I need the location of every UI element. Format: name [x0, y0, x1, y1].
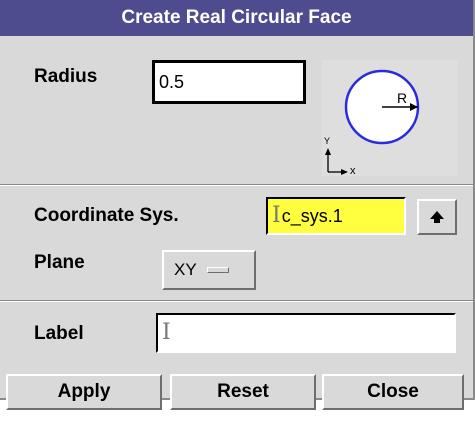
diagram-y-label: Y [324, 136, 331, 146]
plane-value: XY [174, 260, 197, 279]
plane-label: Plane [34, 252, 85, 273]
text-cursor-icon: I [162, 320, 171, 345]
diagram-radius-label: R [397, 90, 408, 106]
label-input[interactable]: I [156, 313, 456, 353]
plane-option-menu[interactable]: XY [162, 250, 256, 290]
coordinate-sys-input[interactable]: I c_sys.1 [266, 197, 406, 235]
close-button[interactable]: Close [322, 374, 464, 410]
x-axis-arrowhead [341, 169, 348, 175]
radius-label: Radius [34, 66, 98, 87]
radius-value: 0.5 [159, 71, 185, 92]
diagram-x-label: x [350, 165, 356, 177]
radius-input[interactable]: 0.5 [152, 60, 306, 104]
separator-2 [0, 300, 473, 302]
action-bar: Apply Reset Close [0, 374, 473, 410]
coordinate-sys-select-button[interactable] [417, 199, 457, 235]
coordinate-sys-value: c_sys.1 [281, 205, 343, 226]
y-axis-arrowhead [325, 148, 331, 155]
dialog-title: Create Real Circular Face [0, 0, 473, 36]
coordinate-sys-label: Coordinate Sys. [34, 205, 179, 226]
apply-button[interactable]: Apply [6, 374, 162, 410]
circle-diagram: R Y x [322, 60, 458, 177]
label-field-label: Label [34, 323, 84, 344]
arrow-up-icon [430, 211, 444, 223]
separator-1 [0, 184, 473, 186]
reset-button[interactable]: Reset [170, 374, 316, 410]
option-menu-indicator-icon [206, 267, 229, 273]
create-real-circular-face-dialog: Create Real Circular Face Radius 0.5 R Y… [0, 0, 475, 410]
text-cursor-icon: I [272, 203, 281, 228]
